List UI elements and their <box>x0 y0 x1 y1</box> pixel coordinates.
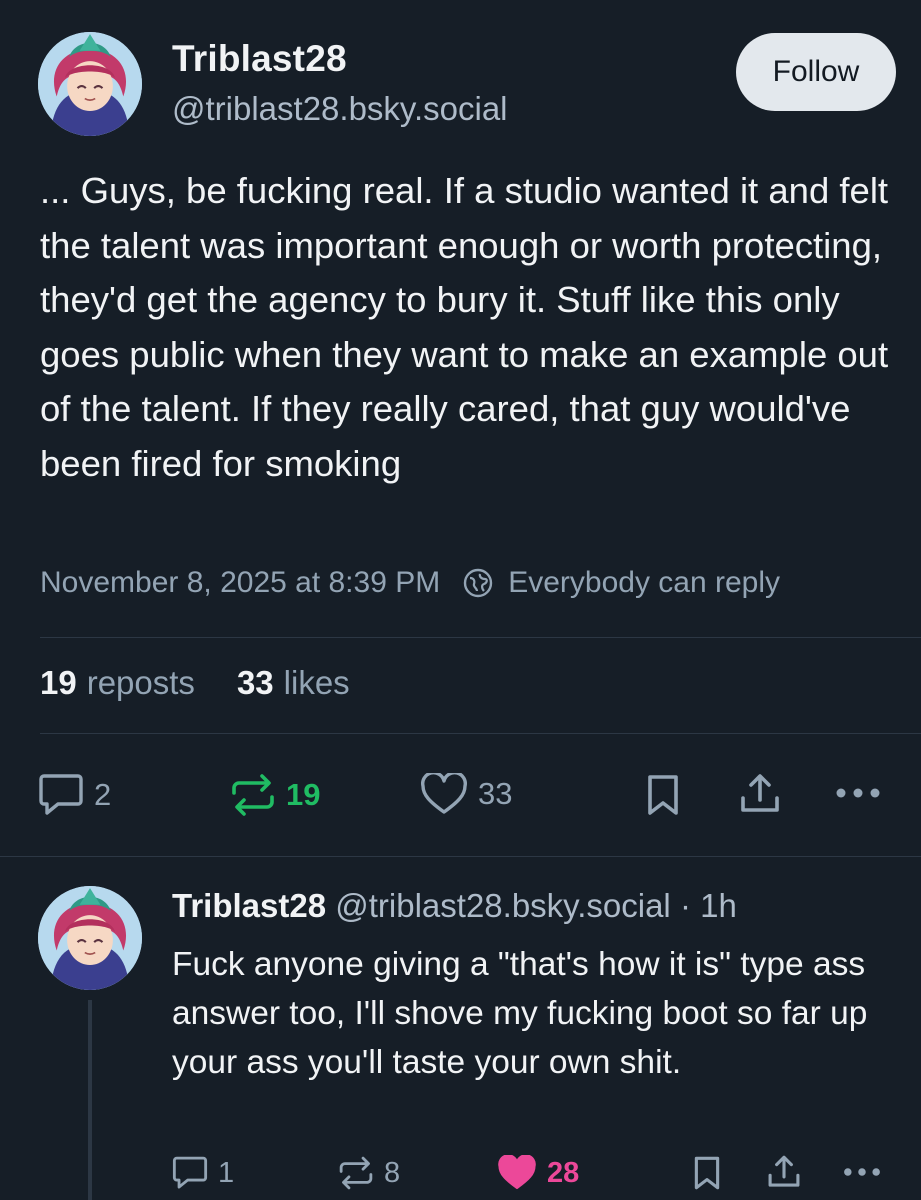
reply-author-avatar[interactable] <box>38 886 142 990</box>
reply-setting[interactable]: Everybody can reply <box>462 566 780 600</box>
reply-repost-count: 8 <box>384 1156 401 1189</box>
repost-icon <box>232 774 274 816</box>
like-count: 33 <box>478 776 513 811</box>
divider <box>0 856 921 857</box>
bookmark-button[interactable] <box>645 773 681 817</box>
reply-like-count: 28 <box>547 1156 580 1189</box>
author-name[interactable]: Triblast28 <box>172 38 347 80</box>
reposts-stat[interactable]: 19 reposts <box>40 664 195 702</box>
reply-share-button[interactable] <box>766 1154 802 1190</box>
reposts-stat-count: 19 <box>40 664 77 701</box>
reply-header: Triblast28 @triblast28.bsky.social · 1h <box>172 887 737 925</box>
bookmark-icon <box>648 775 678 815</box>
reply-more-button[interactable] <box>842 1166 882 1178</box>
more-icon <box>844 1168 880 1176</box>
post-meta: November 8, 2025 at 8:39 PM Everybody ca… <box>40 566 780 600</box>
reply-bookmark-button[interactable] <box>692 1155 722 1191</box>
reply-time: · 1h <box>679 887 737 924</box>
post-text: ... Guys, be fucking real. If a studio w… <box>40 170 899 484</box>
likes-stat-count: 33 <box>236 664 274 701</box>
divider <box>40 733 921 734</box>
reply-text: Fuck anyone giving a "that's how it is" … <box>172 946 868 1081</box>
repost-count: 19 <box>286 777 321 812</box>
repost-icon <box>339 1156 373 1190</box>
reply-repost-button[interactable]: 8 <box>338 1155 400 1191</box>
share-button[interactable] <box>738 772 782 816</box>
more-icon <box>836 788 880 798</box>
share-icon <box>741 774 779 812</box>
share-icon <box>768 1155 800 1187</box>
reply-reply-count: 1 <box>218 1156 235 1189</box>
reply-author-name[interactable]: Triblast28 <box>172 887 326 924</box>
likes-stat[interactable]: 33 likes <box>237 664 350 702</box>
heart-icon <box>498 1155 536 1190</box>
post-thread: Triblast28 @triblast28.bsky.social Follo… <box>0 0 921 1200</box>
more-button[interactable] <box>834 786 882 800</box>
reply-setting-label: Everybody can reply <box>508 566 781 599</box>
heart-icon <box>421 773 467 814</box>
reply-author-handle[interactable]: @triblast28.bsky.social <box>335 887 671 924</box>
post-timestamp: November 8, 2025 at 8:39 PM <box>40 566 441 599</box>
post-stats: 19 reposts 33 likes <box>40 664 350 702</box>
likes-stat-label: likes <box>283 664 350 701</box>
thread-line <box>88 1000 92 1200</box>
reply-reply-button[interactable]: 1 <box>172 1155 234 1191</box>
divider <box>40 637 921 638</box>
reply-like-button[interactable]: 28 <box>497 1155 579 1191</box>
reply-count: 2 <box>94 777 112 812</box>
reply-button[interactable]: 2 <box>38 773 111 817</box>
author-handle[interactable]: @triblast28.bsky.social <box>172 90 508 128</box>
bookmark-icon <box>694 1156 720 1190</box>
author-avatar[interactable] <box>38 32 142 136</box>
follow-button[interactable]: Follow <box>736 33 896 111</box>
speech-bubble-icon <box>39 774 83 815</box>
reposts-stat-label: reposts <box>86 664 195 701</box>
like-button[interactable]: 33 <box>420 773 512 815</box>
speech-bubble-icon <box>172 1156 208 1189</box>
globe-icon <box>464 568 493 598</box>
repost-button[interactable]: 19 <box>230 773 320 817</box>
